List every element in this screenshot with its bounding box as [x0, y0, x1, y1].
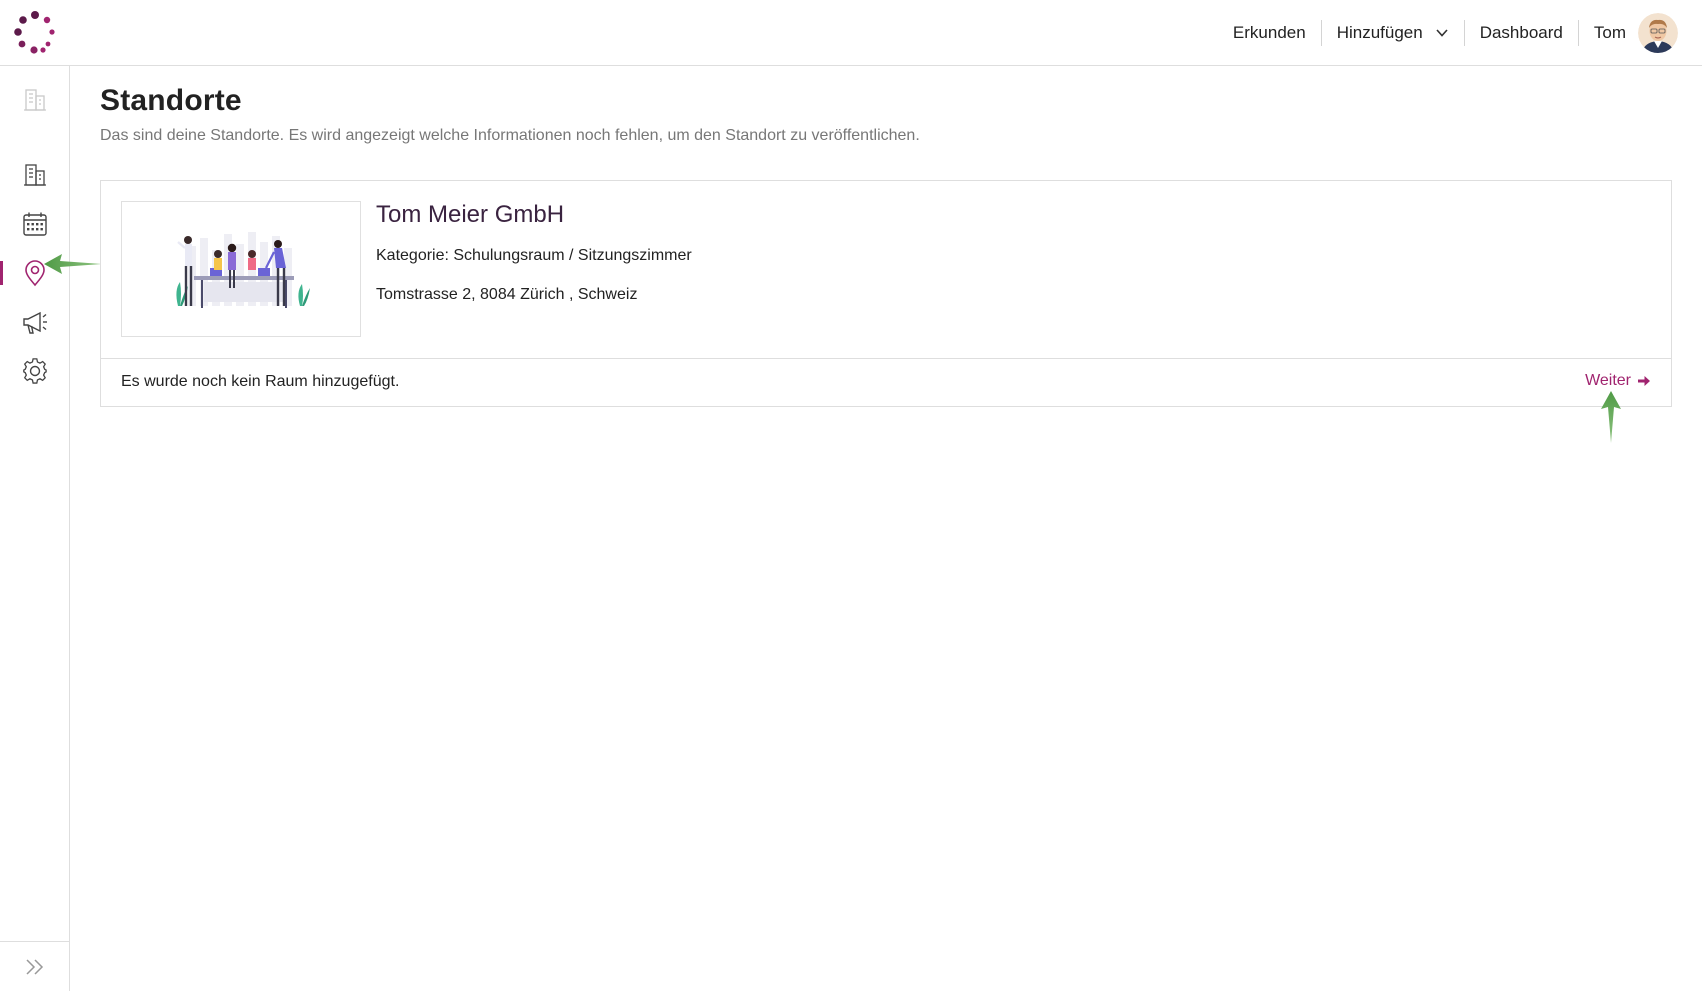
sidebar — [0, 66, 70, 991]
no-room-message: Es wurde noch kein Raum hinzugefügt. — [121, 373, 400, 390]
page-title: Standorte — [100, 84, 242, 117]
top-bar: Erkunden Hinzufügen Dashboard Tom — [0, 0, 1702, 66]
next-button[interactable]: Weiter — [1585, 372, 1651, 390]
chevron-down-icon — [1436, 29, 1448, 37]
avatar-image — [1638, 13, 1678, 53]
arrow-right-icon — [1638, 376, 1650, 386]
location-category: Kategorie: Schulungsraum / Sitzungszimme… — [376, 247, 692, 264]
double-chevron-right-icon — [26, 958, 44, 975]
logo-icon[interactable] — [12, 10, 58, 56]
nav-explore-link[interactable]: Erkunden — [1218, 20, 1322, 46]
annotation-arrow-up-icon — [1601, 391, 1621, 443]
user-name: Tom — [1593, 23, 1626, 42]
calendar-icon — [23, 212, 47, 236]
nav-add-label: Hinzufügen — [1336, 23, 1423, 42]
sidebar-item-buildings[interactable] — [0, 155, 70, 195]
team-meeting-illustration — [176, 232, 310, 308]
nav-explore-label: Erkunden — [1232, 23, 1306, 42]
avatar[interactable] — [1638, 13, 1678, 53]
location-card-footer: Es wurde noch kein Raum hinzugefügt. Wei… — [101, 358, 1671, 406]
location-address: Tomstrasse 2, 8084 Zürich , Schweiz — [376, 286, 638, 303]
sidebar-item-calendar[interactable] — [0, 204, 70, 244]
location-name[interactable]: Tom Meier GmbH — [376, 201, 564, 229]
building-icon — [24, 89, 46, 111]
nav-dashboard-link[interactable]: Dashboard — [1465, 20, 1579, 46]
user-menu[interactable]: Tom — [1579, 13, 1688, 53]
next-label: Weiter — [1585, 372, 1631, 389]
top-navigation: Erkunden Hinzufügen Dashboard Tom — [1218, 0, 1688, 66]
nav-add-dropdown[interactable]: Hinzufügen — [1322, 20, 1465, 46]
sidebar-item-settings[interactable] — [0, 351, 70, 391]
megaphone-icon — [23, 311, 47, 334]
location-card-body: Tom Meier GmbH Kategorie: Schulungsraum … — [101, 181, 1671, 358]
gear-icon — [23, 358, 47, 384]
annotation-arrow-left-icon — [44, 254, 102, 274]
sidebar-expand-button[interactable] — [0, 941, 70, 991]
page-subtitle: Das sind deine Standorte. Es wird angeze… — [100, 127, 920, 144]
location-thumbnail[interactable] — [121, 201, 361, 337]
sidebar-item-buildings-disabled[interactable] — [0, 80, 70, 120]
sidebar-item-marketing[interactable] — [0, 302, 70, 342]
location-card: Tom Meier GmbH Kategorie: Schulungsraum … — [100, 180, 1672, 407]
building-icon — [24, 164, 46, 186]
nav-dashboard-label: Dashboard — [1479, 23, 1563, 42]
